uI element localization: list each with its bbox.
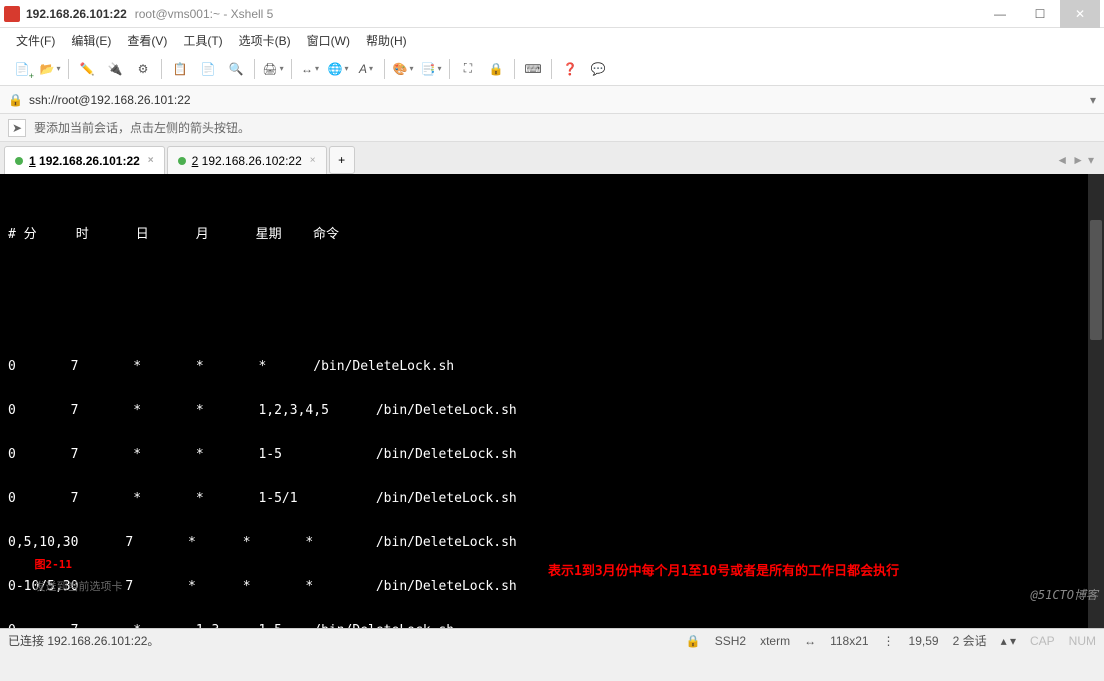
- separator: [384, 59, 385, 79]
- maximize-button[interactable]: ☐: [1020, 0, 1060, 28]
- window-title: 192.168.26.101:22: [26, 7, 127, 21]
- copy-icon[interactable]: 📋: [170, 59, 190, 79]
- menu-help[interactable]: 帮助(H): [358, 30, 415, 51]
- tab-label: 192.168.26.101:22: [39, 154, 140, 168]
- terminal[interactable]: # 分 时 日 月 星期 命令 0 7 * * * /bin/DeleteLoc…: [0, 174, 1104, 628]
- annotation-overlay: 表示1到3月份中每个月1至10号或者是所有的工作日都会执行 DeleteLock…: [548, 507, 899, 628]
- blank-line: [8, 466, 1096, 488]
- menubar: 文件(F) 编辑(E) 查看(V) 工具(T) 选项卡(B) 窗口(W) 帮助(…: [0, 28, 1104, 52]
- blank-line: [8, 378, 1096, 400]
- titlebar: 192.168.26.101:22 root@vms001:~ - Xshell…: [0, 0, 1104, 28]
- new-tab-button[interactable]: +: [329, 146, 355, 174]
- menu-view[interactable]: 查看(V): [119, 30, 175, 51]
- tab-prev-icon[interactable]: ◄: [1056, 153, 1068, 167]
- tab-close-icon[interactable]: ×: [310, 155, 316, 166]
- window-subtitle: root@vms001:~ - Xshell 5: [135, 7, 274, 21]
- session-tab-1[interactable]: 1 192.168.26.101:22 ×: [4, 146, 165, 174]
- session-tab-2[interactable]: 2 192.168.26.102:22 ×: [167, 146, 327, 174]
- browser-icon[interactable]: 🌐: [328, 59, 348, 79]
- tab-close-icon[interactable]: ×: [148, 155, 154, 166]
- blank-line: [8, 422, 1096, 444]
- status-term: xterm: [760, 634, 790, 648]
- status-lock-icon: 🔒: [686, 634, 701, 648]
- separator: [449, 59, 450, 79]
- window-controls: — ☐ ✕: [980, 0, 1100, 28]
- disconnect-icon[interactable]: 🔌: [105, 59, 125, 79]
- find-icon[interactable]: 🔍: [226, 59, 246, 79]
- scrollbar-thumb[interactable]: [1090, 220, 1102, 340]
- lock-icon[interactable]: 🔒: [486, 59, 506, 79]
- properties-icon[interactable]: ⚙: [133, 59, 153, 79]
- status-position: 19,59: [909, 634, 939, 648]
- highlight-icon[interactable]: 📑: [421, 59, 441, 79]
- tab-label: 192.168.26.102:22: [202, 154, 302, 168]
- paste-icon[interactable]: 📄: [198, 59, 218, 79]
- status-sessions: 2 会话: [953, 632, 987, 649]
- status-pos-icon: ⋮: [883, 634, 895, 648]
- address-url[interactable]: ssh://root@192.168.26.101:22: [29, 93, 1090, 107]
- separator: [551, 59, 552, 79]
- menu-window[interactable]: 窗口(W): [299, 30, 358, 51]
- status-size-icon: ↔: [804, 634, 816, 648]
- separator: [291, 59, 292, 79]
- tab-next-icon[interactable]: ►: [1072, 153, 1084, 167]
- reconnect-icon[interactable]: ✏️: [77, 59, 97, 79]
- feedback-icon[interactable]: 💬: [588, 59, 608, 79]
- fullscreen-icon[interactable]: ⛶: [458, 59, 478, 79]
- menu-tools[interactable]: 工具(T): [175, 30, 230, 51]
- status-size: 118x21: [830, 634, 868, 648]
- tab-number: 2: [192, 154, 199, 168]
- separator: [514, 59, 515, 79]
- blank-line: [8, 290, 1096, 312]
- status-protocol: SSH2: [715, 634, 746, 648]
- new-session-icon[interactable]: 📄+: [12, 59, 32, 79]
- menu-file[interactable]: 文件(F): [8, 30, 63, 51]
- add-session-arrow-button[interactable]: ➤: [8, 119, 26, 137]
- minimize-button[interactable]: —: [980, 0, 1020, 28]
- tab-bar: 1 192.168.26.101:22 × 2 192.168.26.102:2…: [0, 142, 1104, 174]
- address-bar: 🔒 ssh://root@192.168.26.101:22 ▾: [0, 86, 1104, 114]
- annotation-line-1: 表示1到3月份中每个月1至10号或者是所有的工作日都会执行: [548, 559, 899, 585]
- keyboard-icon[interactable]: ⌨: [523, 59, 543, 79]
- font-icon[interactable]: A: [356, 59, 376, 79]
- footer-hint: 发送到当前选项卡: [35, 580, 123, 593]
- cron-header: # 分 时 日 月 星期 命令: [8, 224, 1096, 246]
- close-button[interactable]: ✕: [1060, 0, 1100, 28]
- cron-line: 0 7 * * * /bin/DeleteLock.sh: [8, 356, 1096, 378]
- toolbar: 📄+ 📂 ✏️ 🔌 ⚙ 📋 📄 🔍 🖨 ↔ 🌐 A 🎨 📑 ⛶ 🔒 ⌨ ❓ 💬: [0, 52, 1104, 86]
- status-cap: CAP: [1030, 634, 1055, 648]
- status-dot-icon: [15, 157, 23, 165]
- print-icon[interactable]: 🖨: [263, 59, 283, 79]
- status-dot-icon: [178, 157, 186, 165]
- menu-edit[interactable]: 编辑(E): [63, 30, 119, 51]
- app-icon: [4, 6, 20, 22]
- tab-menu-icon[interactable]: ▾: [1088, 153, 1094, 167]
- cron-line: 0 7 * * 1-5 /bin/DeleteLock.sh: [8, 444, 1096, 466]
- address-dropdown-icon[interactable]: ▾: [1090, 93, 1096, 107]
- status-num: NUM: [1069, 634, 1096, 648]
- cron-line: 0 7 * * 1,2,3,4,5 /bin/DeleteLock.sh: [8, 400, 1096, 422]
- help-icon[interactable]: ❓: [560, 59, 580, 79]
- open-icon[interactable]: 📂: [40, 59, 60, 79]
- tab-nav: ◄ ► ▾: [1050, 146, 1100, 174]
- menu-tab[interactable]: 选项卡(B): [231, 30, 299, 51]
- transfer-icon[interactable]: ↔: [300, 59, 320, 79]
- info-text: 要添加当前会话，点击左侧的箭头按钮。: [34, 119, 250, 136]
- separator: [254, 59, 255, 79]
- terminal-footer-info: 图2-11 发送到当前选项卡: [8, 532, 123, 620]
- color-icon[interactable]: 🎨: [393, 59, 413, 79]
- status-bar: 已连接 192.168.26.101:22。 🔒 SSH2 xterm ↔ 11…: [0, 628, 1104, 652]
- separator: [68, 59, 69, 79]
- status-sessions-icon[interactable]: ▴ ▾: [1001, 634, 1016, 648]
- status-connected: 已连接 192.168.26.101:22。: [8, 632, 159, 649]
- separator: [161, 59, 162, 79]
- figure-number: 图2-11: [35, 558, 73, 571]
- tab-number: 1: [29, 154, 36, 168]
- lock-small-icon: 🔒: [8, 93, 23, 107]
- info-bar: ➤ 要添加当前会话，点击左侧的箭头按钮。: [0, 114, 1104, 142]
- watermark: @51CTO博客: [1031, 584, 1098, 606]
- terminal-scrollbar[interactable]: [1088, 174, 1104, 628]
